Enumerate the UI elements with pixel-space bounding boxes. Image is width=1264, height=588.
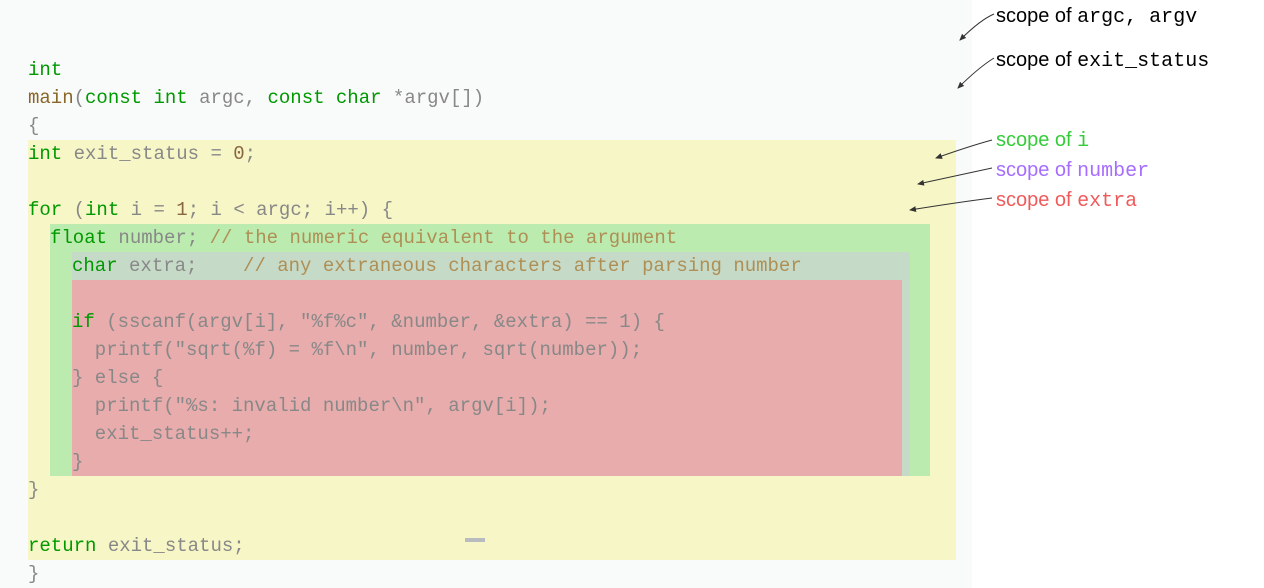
keyword-for: for bbox=[28, 199, 62, 221]
annot-text: scope of bbox=[996, 159, 1077, 181]
annot-text: scope of bbox=[996, 129, 1077, 151]
scope-diagram: int main(const int argc, const char *arg… bbox=[0, 0, 1264, 567]
id-i: i bbox=[131, 199, 142, 221]
comment: // any extraneous characters after parsi… bbox=[243, 255, 802, 277]
type-float: float bbox=[50, 227, 107, 249]
semi: ; bbox=[188, 199, 199, 221]
annot-argc-argv: scope of argc, argv bbox=[996, 2, 1197, 32]
keyword-int: int bbox=[28, 59, 62, 81]
comma: , bbox=[245, 87, 256, 109]
comment: // the numeric equivalent to the argumen… bbox=[210, 227, 677, 249]
type-int: int bbox=[28, 143, 62, 165]
id-exit-status: exit_status bbox=[74, 143, 199, 165]
brace-close: } bbox=[28, 563, 39, 585]
stmt-printf-sqrt: printf("sqrt(%f) = %f\n", number, sqrt(n… bbox=[72, 339, 642, 361]
annot-text: scope of bbox=[996, 49, 1077, 71]
paren-open: ( bbox=[74, 87, 85, 109]
else: } else { bbox=[72, 367, 163, 389]
eq: = bbox=[153, 199, 164, 221]
paren: ( bbox=[62, 199, 85, 221]
annot-extra: scope of extra bbox=[996, 186, 1137, 216]
semi: ; bbox=[187, 227, 198, 249]
semi: ; bbox=[186, 255, 197, 277]
annot-code: number bbox=[1077, 160, 1149, 183]
brace-close: } bbox=[72, 451, 83, 473]
scope-extra: if (sscanf(argv[i], "%f%c", &number, &ex… bbox=[72, 280, 902, 476]
brace-close: } bbox=[28, 479, 39, 501]
annot-code: exit_status bbox=[1077, 50, 1209, 73]
brackets: [] bbox=[450, 87, 473, 109]
keyword-const: const bbox=[85, 87, 142, 109]
scope-exit-status: int exit_status = 0; for (int i = 1; i <… bbox=[28, 140, 956, 560]
paren-close: ) bbox=[473, 87, 484, 109]
id-extra: extra bbox=[129, 255, 186, 277]
keyword-return: return bbox=[28, 535, 96, 557]
type-int: int bbox=[85, 199, 119, 221]
num-zero: 0 bbox=[233, 143, 244, 165]
type-int: int bbox=[153, 87, 187, 109]
num-one: 1 bbox=[176, 199, 187, 221]
semi: ; bbox=[233, 535, 244, 557]
id-argc: argc bbox=[256, 199, 302, 221]
stmt-exit-inc: exit_status++; bbox=[72, 423, 254, 445]
brace: { bbox=[370, 199, 393, 221]
code-block: int main(const int argc, const char *arg… bbox=[0, 0, 972, 588]
lt: < bbox=[233, 199, 244, 221]
stmt-printf-invalid: printf("%s: invalid number\n", argv[i]); bbox=[72, 395, 551, 417]
brace-open: { bbox=[28, 115, 39, 137]
if-cond: (sscanf(argv[i], "%f%c", &number, &extra… bbox=[106, 311, 665, 333]
star: * bbox=[393, 87, 404, 109]
id-number: number bbox=[118, 227, 186, 249]
scope-number: char extra; // any extraneous characters… bbox=[72, 252, 910, 476]
annot-code: i bbox=[1077, 130, 1089, 153]
eq: = bbox=[210, 143, 221, 165]
id-i: i bbox=[325, 199, 336, 221]
handle-bar bbox=[465, 538, 485, 542]
annot-i: scope of i bbox=[996, 126, 1089, 156]
id-argv: argv bbox=[404, 87, 450, 109]
annot-code: argc, argv bbox=[1077, 6, 1197, 29]
type-char: char bbox=[72, 255, 118, 277]
type-char: char bbox=[336, 87, 382, 109]
semi: ; bbox=[245, 143, 256, 165]
pp: ++) bbox=[336, 199, 370, 221]
fn-main: main bbox=[28, 87, 74, 109]
keyword-if: if bbox=[72, 311, 95, 333]
annot-code: extra bbox=[1077, 190, 1137, 213]
semi: ; bbox=[302, 199, 313, 221]
annot-exit-status: scope of exit_status bbox=[996, 46, 1209, 76]
keyword-const: const bbox=[267, 87, 324, 109]
scope-i: float number; // the numeric equivalent … bbox=[50, 224, 930, 476]
id-argc: argc bbox=[199, 87, 245, 109]
annot-text: scope of bbox=[996, 5, 1077, 27]
id-i: i bbox=[211, 199, 222, 221]
id-exit-status: exit_status bbox=[108, 535, 233, 557]
annot-number: scope of number bbox=[996, 156, 1149, 186]
annot-text: scope of bbox=[996, 189, 1077, 211]
